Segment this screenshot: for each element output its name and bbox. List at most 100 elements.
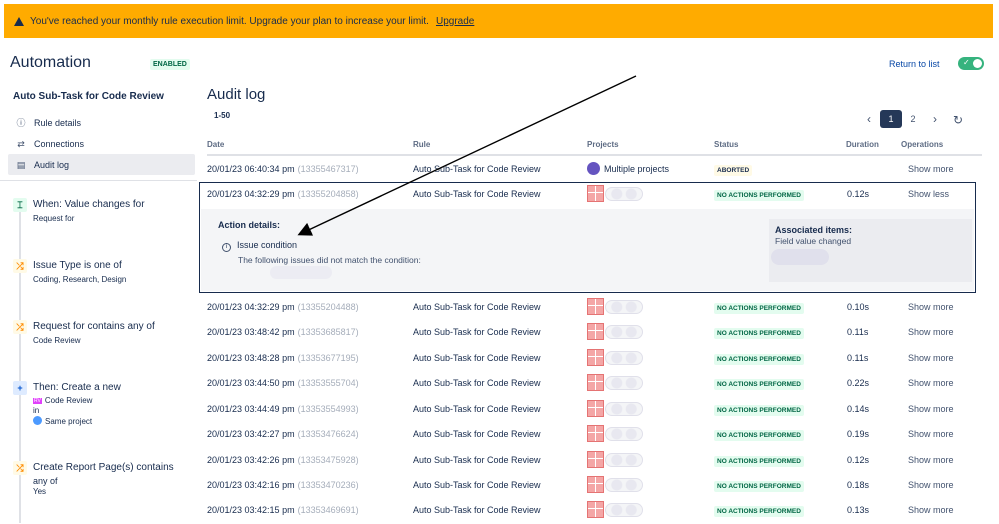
row-rule[interactable]: Auto Sub-Task for Code Review (413, 455, 541, 465)
table-row[interactable]: 20/01/23 03:42:16 pm (13353470236) Auto Su… (207, 472, 982, 497)
row-rule[interactable]: Auto Sub-Task for Code Review (413, 353, 541, 363)
refresh-icon[interactable]: ↻ (953, 113, 963, 127)
issue-condition: i Issue condition (222, 240, 297, 252)
table-row[interactable]: 20/01/23 03:44:50 pm (13353555704) Auto Su… (207, 370, 982, 395)
status-badge: NO ACTIONS PERFORMED (714, 328, 804, 339)
row-date: 20/01/23 04:32:29 pm (13355204858) (207, 189, 359, 199)
table-row[interactable]: 20/01/23 04:32:29 pm (13355204858) Auto Su… (207, 181, 982, 206)
document-icon: ▤ (16, 159, 26, 170)
redacted-project (587, 425, 645, 443)
status-badge: NO ACTIONS PERFORMED (714, 456, 804, 467)
show-more-link[interactable]: Show more (908, 480, 954, 490)
step-title: Issue Type is one of (33, 260, 122, 271)
rule-name: Auto Sub-Task for Code Review (13, 91, 164, 102)
step-subtitle-issue-type: RV Code Review (33, 396, 93, 405)
info-icon: i (222, 243, 231, 252)
row-rule[interactable]: Auto Sub-Task for Code Review (413, 404, 541, 414)
row-date: 20/01/23 03:42:15 pm (13353469691) (207, 505, 359, 515)
rule-enabled-toggle[interactable]: ✓ (958, 57, 984, 70)
step-title: Create Report Page(s) contains (33, 462, 174, 473)
show-more-link[interactable]: Show more (908, 455, 954, 465)
row-rule[interactable]: Auto Sub-Task for Code Review (413, 327, 541, 337)
row-rule[interactable]: Auto Sub-Task for Code Review (413, 480, 541, 490)
table-row[interactable]: 20/01/23 03:42:15 pm (13353469691) Auto Su… (207, 497, 982, 522)
column-header-rule: Rule (413, 140, 431, 149)
show-more-link[interactable]: Show more (908, 302, 954, 312)
row-rule[interactable]: Auto Sub-Task for Code Review (413, 505, 541, 515)
associated-items-title: Associated items: (775, 225, 853, 235)
status-badge: NO ACTIONS PERFORMED (714, 354, 804, 365)
page-2-button[interactable]: 2 (902, 110, 924, 128)
banner-message: You've reached your monthly rule executi… (30, 15, 429, 27)
show-less-link[interactable]: Show less (908, 189, 949, 199)
step-title: When: Value changes for (33, 199, 145, 210)
row-duration: 0.19s (847, 429, 870, 439)
row-rule[interactable]: Auto Sub-Task for Code Review (413, 429, 541, 439)
redacted-project (587, 476, 645, 494)
status-badge: NO ACTIONS PERFORMED (714, 405, 804, 416)
result-range: 1-50 (214, 111, 231, 120)
status-badge: NO ACTIONS PERFORMED (714, 481, 804, 492)
table-row[interactable]: 20/01/23 03:48:28 pm (13353677195) Auto Su… (207, 345, 982, 370)
show-more-link[interactable]: Show more (908, 429, 954, 439)
row-duration: 0.11s (847, 353, 869, 363)
project-avatar-icon (587, 323, 604, 340)
row-rule[interactable]: Auto Sub-Task for Code Review (413, 164, 541, 174)
table-row[interactable]: 20/01/23 03:42:27 pm (13353476624) Auto Su… (207, 421, 982, 446)
step-title: Request for contains any of (33, 321, 155, 332)
sidebar-item-connections[interactable]: ⇄ Connections (8, 133, 195, 154)
upgrade-link[interactable]: Upgrade (436, 16, 474, 27)
step-title: Then: Create a new (33, 382, 121, 393)
row-date: 20/01/23 03:48:28 pm (13353677195) (207, 353, 359, 363)
sidebar-nav: ⓘ Rule details ⇄ Connections ▤ Audit log (8, 112, 195, 175)
row-rule[interactable]: Auto Sub-Task for Code Review (413, 189, 541, 199)
sidebar-item-audit-log[interactable]: ▤ Audit log (8, 154, 195, 175)
row-project[interactable]: Multiple projects (587, 162, 669, 175)
show-more-link[interactable]: Show more (908, 164, 954, 174)
table-row[interactable]: 20/01/23 03:44:49 pm (13353554993) Auto Su… (207, 396, 982, 421)
redacted-associated-item (771, 249, 829, 265)
table-row[interactable]: 20/01/23 03:48:42 pm (13353685817) Auto Su… (207, 319, 982, 344)
return-to-list-link[interactable]: Return to list (889, 59, 940, 69)
row-rule[interactable]: Auto Sub-Task for Code Review (413, 378, 541, 388)
row-duration: 0.12s (847, 455, 870, 465)
next-page-button[interactable]: › (924, 110, 946, 128)
action-icon: + (13, 381, 27, 395)
step-subtitle-value: Yes (33, 487, 47, 496)
sidebar-item-rule-details[interactable]: ⓘ Rule details (8, 112, 195, 133)
audit-log-title: Audit log (207, 86, 266, 103)
trigger-icon: ⌶ (13, 198, 27, 212)
show-more-link[interactable]: Show more (908, 327, 954, 337)
page-1-button[interactable]: 1 (880, 110, 902, 128)
table-row[interactable]: 20/01/23 06:40:34 pm (13355467317) Auto Su… (207, 156, 982, 181)
row-duration: 0.12s (847, 189, 870, 199)
row-duration: 0.22s (847, 378, 870, 388)
sidebar-item-label: Connections (34, 138, 85, 149)
row-rule[interactable]: Auto Sub-Task for Code Review (413, 302, 541, 312)
row-duration: 0.10s (847, 302, 870, 312)
show-more-link[interactable]: Show more (908, 404, 954, 414)
prev-page-button[interactable]: ‹ (858, 110, 880, 128)
redacted-project (587, 298, 645, 316)
table-row[interactable]: 20/01/23 04:32:29 pm (13355204488) Auto Su… (207, 294, 982, 319)
row-date: 20/01/23 03:44:50 pm (13353555704) (207, 378, 359, 388)
show-more-link[interactable]: Show more (908, 353, 954, 363)
status-badge: NO ACTIONS PERFORMED (714, 303, 804, 314)
sidebar-divider (0, 180, 197, 181)
row-date: 20/01/23 04:32:29 pm (13355204488) (207, 302, 359, 312)
project-avatar-icon (587, 374, 604, 391)
show-more-link[interactable]: Show more (908, 378, 954, 388)
globe-icon (587, 162, 600, 175)
info-icon: ⓘ (16, 117, 26, 128)
step-subtitle: any of (33, 476, 58, 486)
redacted-project (587, 323, 645, 341)
show-more-link[interactable]: Show more (908, 505, 954, 515)
sidebar-item-label: Rule details (34, 117, 82, 128)
row-duration: 0.13s (847, 505, 870, 515)
column-header-operations: Operations (901, 140, 944, 149)
row-date: 20/01/23 03:42:26 pm (13353475928) (207, 455, 359, 465)
column-header-status: Status (714, 140, 739, 149)
enabled-badge: ENABLED (150, 59, 190, 70)
table-row[interactable]: 20/01/23 03:42:26 pm (13353475928) Auto Su… (207, 447, 982, 472)
step-subtitle: Coding, Research, Design (33, 275, 127, 284)
